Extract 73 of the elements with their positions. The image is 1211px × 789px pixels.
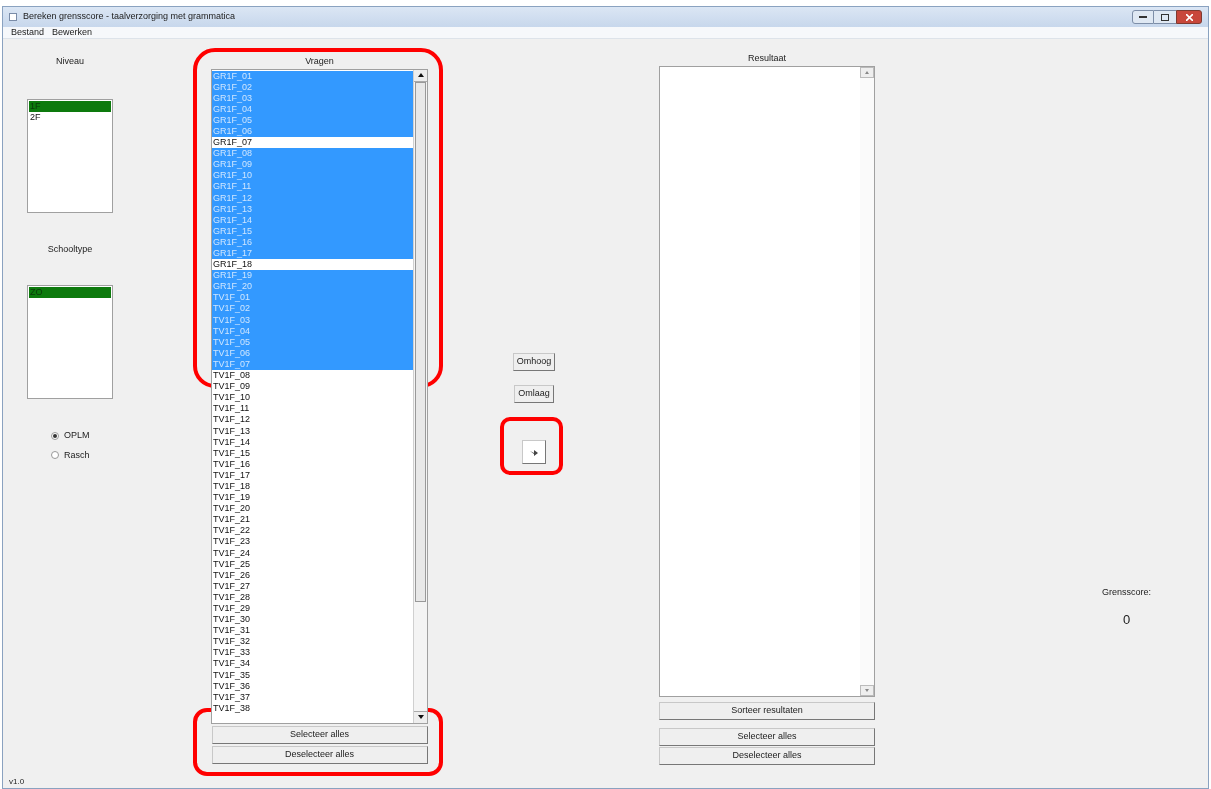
- down-arrow-icon: [417, 715, 424, 719]
- list-item[interactable]: TV1F_29: [212, 603, 413, 615]
- push-button[interactable]: Omhoog: [512, 353, 556, 371]
- radio-button[interactable]: Rasch: [51, 448, 90, 462]
- list-item[interactable]: TV1F_21: [212, 514, 413, 526]
- list-item[interactable]: TV1F_14: [212, 436, 413, 448]
- push-button[interactable]: Deselecteer alles: [211, 745, 428, 764]
- list-item[interactable]: TV1F_30: [212, 614, 413, 626]
- window-title: Bereken grensscore - taalverzorging met grammatica: [23, 10, 236, 24]
- app-icon: [9, 13, 17, 21]
- list-item[interactable]: TV1F_34: [212, 658, 413, 670]
- field-label: Niveau: [56, 55, 84, 68]
- list-item[interactable]: TV1F_26: [212, 569, 413, 581]
- list-item[interactable]: TV1F_24: [212, 547, 413, 559]
- field-label: Schooltype: [47, 242, 93, 256]
- push-button[interactable]: Selecteer alles: [211, 725, 428, 744]
- list-item[interactable]: 2F: [29, 111, 111, 123]
- score-value: 0: [1122, 610, 1131, 629]
- up-arrow-icon: [417, 73, 424, 77]
- maximize-icon: [1161, 13, 1169, 21]
- list-item[interactable]: TV1F_20: [212, 503, 413, 515]
- highlight-frame: [500, 417, 563, 475]
- push-button[interactable]: Selecteer alles: [659, 727, 875, 746]
- list-item[interactable]: TV1F_35: [212, 669, 413, 681]
- list-item[interactable]: TV1F_22: [212, 525, 413, 537]
- list-item[interactable]: TV1F_08: [212, 370, 413, 382]
- list-item[interactable]: TV1F_16: [212, 458, 413, 470]
- list-item[interactable]: TV1F_23: [212, 536, 413, 548]
- arrow-button[interactable]: [522, 440, 546, 464]
- up-arrow-icon: [865, 70, 869, 74]
- list-item[interactable]: TV1F_27: [212, 580, 413, 592]
- minimize-button[interactable]: [1132, 10, 1154, 24]
- list-item[interactable]: TV1F_09: [212, 381, 413, 393]
- radio-circle[interactable]: [51, 431, 59, 440]
- push-button[interactable]: Sorteer resultaten: [659, 701, 875, 720]
- field-label: Vragen: [305, 55, 334, 68]
- push-button[interactable]: Omlaag: [514, 385, 554, 403]
- list-item[interactable]: TV1F_32: [212, 636, 413, 648]
- list-item[interactable]: TV1F_25: [212, 558, 413, 570]
- list-item[interactable]: GR1F_07: [212, 137, 413, 149]
- close-button[interactable]: [1176, 10, 1202, 24]
- list-item[interactable]: TV1F_10: [212, 392, 413, 404]
- field-label: Resultaat: [748, 52, 786, 65]
- list-item[interactable]: TV1F_11: [212, 403, 413, 415]
- scroll-down-button[interactable]: [414, 710, 427, 723]
- maximize-button[interactable]: [1154, 10, 1176, 24]
- version-label: v1.0: [9, 776, 25, 788]
- list-item[interactable]: TV1F_15: [212, 447, 413, 459]
- radio-button[interactable]: OPLM: [51, 429, 90, 443]
- list-item[interactable]: TV1F_12: [212, 414, 413, 426]
- list-item[interactable]: TV1F_17: [212, 469, 413, 481]
- scrollbar[interactable]: [413, 69, 427, 723]
- menu-item[interactable]: Bewerken: [52, 25, 93, 40]
- list-item[interactable]: TV1F_37: [212, 691, 413, 703]
- list-item[interactable]: TV1F_18: [212, 480, 413, 493]
- minimize-icon: [1139, 15, 1147, 19]
- field-label: Grensscore:: [1102, 586, 1151, 599]
- list-item[interactable]: TV1F_36: [212, 680, 413, 692]
- arrow-right-icon: [530, 448, 538, 456]
- level-listbox[interactable]: 1F 2F: [27, 98, 113, 213]
- list-item[interactable]: TV1F_33: [212, 647, 413, 659]
- menu-item[interactable]: Bestand: [11, 25, 45, 40]
- list-item[interactable]: TV1F_38: [212, 702, 413, 714]
- down-arrow-icon: [865, 688, 869, 692]
- scroll-thumb[interactable]: [415, 81, 426, 602]
- list-item[interactable]: TV1F_19: [212, 492, 413, 504]
- list-item[interactable]: TV1F_28: [212, 591, 413, 603]
- list-item[interactable]: GR1F_18: [212, 259, 413, 271]
- push-button[interactable]: Deselecteer alles: [659, 746, 875, 765]
- scroll-up-button[interactable]: [414, 69, 427, 82]
- close-icon: [1185, 13, 1193, 21]
- list-item[interactable]: TV1F_31: [212, 625, 413, 637]
- list-item[interactable]: TV1F_13: [212, 425, 413, 437]
